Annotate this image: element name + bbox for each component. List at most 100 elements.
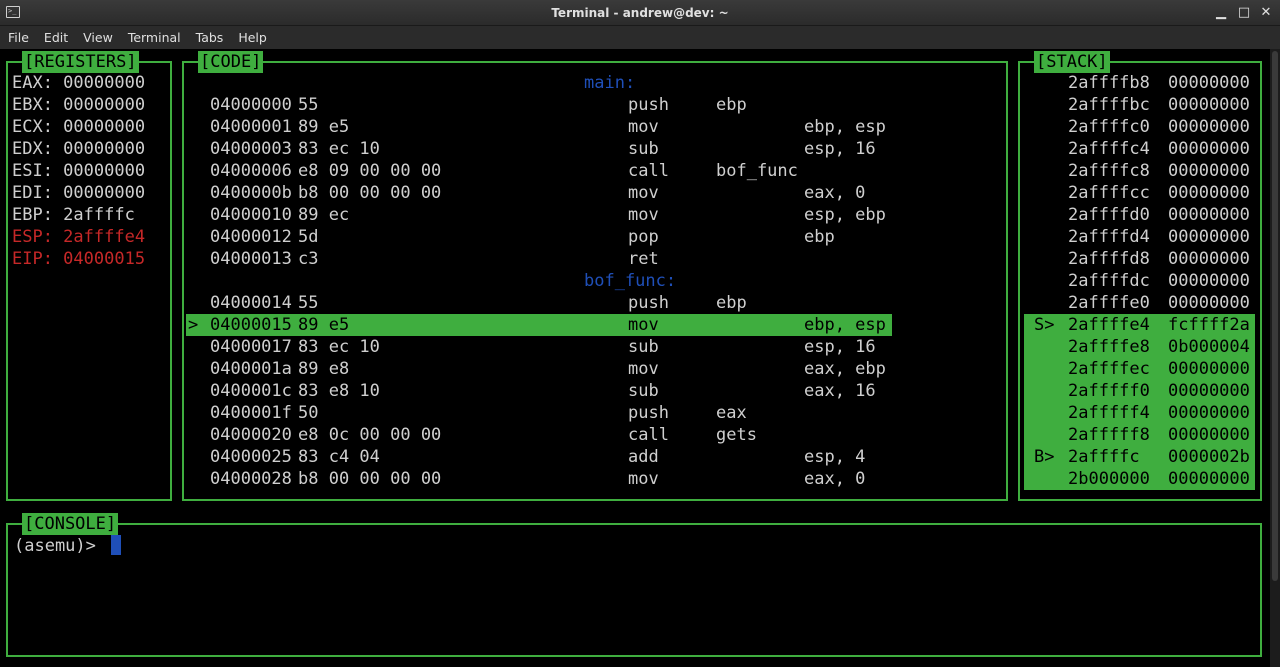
code-bytes: 50 bbox=[298, 403, 319, 423]
menu-view[interactable]: View bbox=[83, 30, 113, 45]
close-button[interactable]: ✕ bbox=[1257, 4, 1275, 22]
code-row: 0400001f 50 push eax bbox=[186, 402, 892, 424]
code-operands: eax, 16 bbox=[804, 381, 876, 401]
code-operands: ebp bbox=[804, 227, 835, 247]
maximize-button[interactable]: □ bbox=[1235, 4, 1253, 22]
code-mnemonic: mov bbox=[628, 183, 659, 203]
code-bytes: 89 e8 bbox=[298, 359, 350, 379]
code-bytes: 89 e5 bbox=[298, 315, 350, 335]
code-mnemonic: ret bbox=[628, 249, 659, 269]
code-address: 04000028 bbox=[210, 469, 292, 489]
code-bytes: 83 e8 10 bbox=[298, 381, 380, 401]
stack-address: 2affffc4 bbox=[1068, 139, 1150, 159]
stack-marker: S> bbox=[1034, 315, 1055, 335]
stack-row: 2b000000 00000000 bbox=[1024, 468, 1255, 490]
code-bytes: 83 ec 10 bbox=[298, 139, 380, 159]
code-bytes: b8 00 00 00 00 bbox=[298, 469, 442, 489]
code-address: 0400001f bbox=[210, 403, 292, 423]
scrollbar-thumb[interactable] bbox=[1272, 51, 1278, 581]
code-mnemonic: mov bbox=[628, 469, 659, 489]
menu-file[interactable]: File bbox=[8, 30, 29, 45]
register-row: EIP: 04000015 bbox=[12, 249, 146, 269]
code-mnemonic: sub bbox=[628, 139, 659, 159]
code-row: 04000003 83 ec 10 sub esp, 16 bbox=[186, 138, 892, 160]
menu-edit[interactable]: Edit bbox=[44, 30, 68, 45]
register-row: ECX: 00000000 bbox=[12, 117, 146, 137]
stack-row: 2affffdc 00000000 bbox=[1024, 270, 1255, 292]
code-row: 04000006 e8 09 00 00 00 call bof_func bbox=[186, 160, 892, 182]
stack-value: 00000000 bbox=[1168, 381, 1250, 401]
code-operands: ebp, esp bbox=[804, 315, 886, 335]
scrollbar[interactable] bbox=[1270, 49, 1280, 667]
code-address: 0400000b bbox=[210, 183, 292, 203]
stack-value: 00000000 bbox=[1168, 73, 1250, 93]
code-mnemonic: push bbox=[628, 403, 669, 423]
menu-help[interactable]: Help bbox=[238, 30, 267, 45]
code-bytes: 5d bbox=[298, 227, 319, 247]
stack-address: 2affffd0 bbox=[1068, 205, 1150, 225]
code-address: 04000015 bbox=[210, 315, 292, 335]
code-row: 0400001c 83 e8 10 sub eax, 16 bbox=[186, 380, 892, 402]
code-address: 04000025 bbox=[210, 447, 292, 467]
code-row: 0400001a 89 e8 mov eax, ebp bbox=[186, 358, 892, 380]
stack-row: 2affffb8 00000000 bbox=[1024, 72, 1255, 94]
code-operands: eax, 0 bbox=[804, 469, 866, 489]
code-label: bof_func: bbox=[584, 271, 677, 291]
stack-value: 00000000 bbox=[1168, 403, 1250, 423]
current-instruction-row: >04000015 89 e5 mov ebp, esp bbox=[186, 314, 892, 336]
stack-value: 00000000 bbox=[1168, 117, 1250, 137]
register-row: ESI: 00000000 bbox=[12, 161, 146, 181]
stack-value: 00000000 bbox=[1168, 183, 1250, 203]
code-row: 04000025 83 c4 04 add esp, 4 bbox=[186, 446, 892, 468]
stack-row: B> 2affffc 0000002b bbox=[1024, 446, 1255, 468]
console-panel-title: [CONSOLE] bbox=[22, 513, 119, 535]
code-mnemonic: push bbox=[628, 95, 669, 115]
stack-address: 2affffc0 bbox=[1068, 117, 1150, 137]
console-prompt: (asemu)> bbox=[14, 536, 107, 556]
menu-tabs[interactable]: Tabs bbox=[196, 30, 224, 45]
code-address: 04000014 bbox=[210, 293, 292, 313]
stack-address: 2affffe8 bbox=[1068, 337, 1150, 357]
stack-address: 2affffe0 bbox=[1068, 293, 1150, 313]
code-row: 04000017 83 ec 10 sub esp, 16 bbox=[186, 336, 892, 358]
stack-value: 0b000004 bbox=[1168, 337, 1250, 357]
code-row: 04000012 5d pop ebp bbox=[186, 226, 892, 248]
code-bytes: 89 e5 bbox=[298, 117, 350, 137]
stack-row: 2afffff8 00000000 bbox=[1024, 424, 1255, 446]
menu-terminal[interactable]: Terminal bbox=[128, 30, 181, 45]
code-mnemonic: push bbox=[628, 293, 669, 313]
stack-address: 2afffff8 bbox=[1068, 425, 1150, 445]
stack-address: 2affffec bbox=[1068, 359, 1150, 379]
stack-panel-title: [STACK] bbox=[1034, 51, 1110, 73]
terminal-app-icon: >_ bbox=[6, 6, 20, 18]
code-row: 04000014 55 push ebp bbox=[186, 292, 892, 314]
code-mnemonic: sub bbox=[628, 381, 659, 401]
minimize-button[interactable]: ▁ bbox=[1212, 4, 1230, 22]
stack-row: 2affffe8 0b000004 bbox=[1024, 336, 1255, 358]
stack-value: 00000000 bbox=[1168, 469, 1250, 489]
code-address: 0400001a bbox=[210, 359, 292, 379]
menu-bar: File Edit View Terminal Tabs Help bbox=[0, 26, 1280, 49]
stack-row: 2affffbc 00000000 bbox=[1024, 94, 1255, 116]
console-cursor[interactable] bbox=[111, 535, 121, 555]
stack-address: 2b000000 bbox=[1068, 469, 1150, 489]
code-mnemonic: mov bbox=[628, 315, 659, 335]
register-row: EAX: 00000000 bbox=[12, 73, 146, 93]
code-address: 04000001 bbox=[210, 117, 292, 137]
code-row: 04000013 c3 ret bbox=[186, 248, 892, 270]
code-row: 04000020 e8 0c 00 00 00 call gets bbox=[186, 424, 892, 446]
stack-value: 00000000 bbox=[1168, 205, 1250, 225]
stack-row: 2afffff4 00000000 bbox=[1024, 402, 1255, 424]
stack-address: 2affffbc bbox=[1068, 95, 1150, 115]
code-row: 04000028 b8 00 00 00 00 mov eax, 0 bbox=[186, 468, 892, 490]
code-address: 0400001c bbox=[210, 381, 292, 401]
code-operands: esp, 16 bbox=[804, 139, 876, 159]
code-panel-title: [CODE] bbox=[198, 51, 264, 73]
stack-row: 2affffec 00000000 bbox=[1024, 358, 1255, 380]
code-mnemonic: call bbox=[628, 161, 669, 181]
code-bytes: 89 ec bbox=[298, 205, 350, 225]
code-operands: gets bbox=[716, 425, 757, 445]
code-bytes: e8 09 00 00 00 bbox=[298, 161, 442, 181]
code-bytes: c3 bbox=[298, 249, 319, 269]
stack-address: 2afffff4 bbox=[1068, 403, 1150, 423]
